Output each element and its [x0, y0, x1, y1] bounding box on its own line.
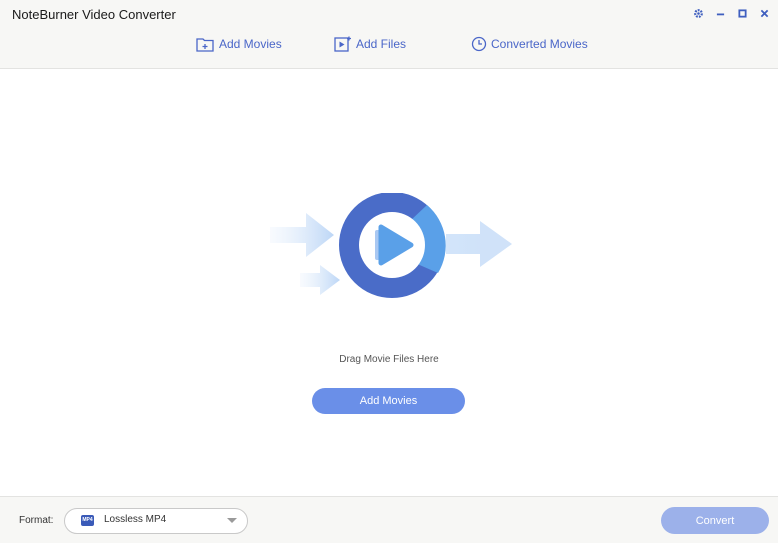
converted-movies-label: Converted Movies: [491, 37, 588, 51]
format-value: Lossless MP4: [104, 514, 167, 525]
clock-icon: [471, 36, 487, 52]
drag-hint: Drag Movie Files Here: [339, 354, 439, 365]
converted-movies-tab[interactable]: Converted Movies: [471, 33, 588, 55]
convert-button[interactable]: Convert: [661, 507, 769, 534]
mp4-format-icon: MP4: [81, 515, 94, 526]
drop-area[interactable]: Drag Movie Files Here Add Movies: [0, 69, 778, 496]
folder-plus-icon: [196, 38, 214, 52]
gear-icon[interactable]: [692, 6, 704, 20]
video-file-plus-icon: [334, 36, 351, 52]
header: NoteBurner Video Converter Add Movies Ad…: [0, 0, 778, 69]
app-title: NoteBurner Video Converter: [12, 7, 176, 22]
toolbar: Add Movies Add Files Converted Movies: [0, 33, 778, 55]
format-dropdown[interactable]: MP4 Lossless MP4: [64, 508, 248, 534]
minimize-icon[interactable]: [714, 6, 726, 20]
video-convert-illustration: [270, 193, 512, 298]
outgoing-arrow-icon: [446, 221, 512, 267]
window-controls: [692, 6, 770, 20]
incoming-arrow-icon: [270, 213, 334, 257]
maximize-icon[interactable]: [736, 6, 748, 20]
add-files-tab[interactable]: Add Files: [334, 33, 406, 55]
chevron-down-icon[interactable]: [227, 518, 237, 523]
footer: Format: MP4 Lossless MP4 Convert: [0, 496, 778, 543]
format-label: Format:: [19, 515, 54, 526]
incoming-arrow-small-icon: [300, 265, 340, 295]
app-window: NoteBurner Video Converter Add Movies Ad…: [0, 0, 778, 543]
add-movies-label: Add Movies: [219, 37, 282, 51]
close-icon[interactable]: [758, 6, 770, 20]
add-movies-button[interactable]: Add Movies: [312, 388, 465, 414]
add-movies-tab[interactable]: Add Movies: [196, 33, 282, 55]
add-files-label: Add Files: [356, 37, 407, 51]
